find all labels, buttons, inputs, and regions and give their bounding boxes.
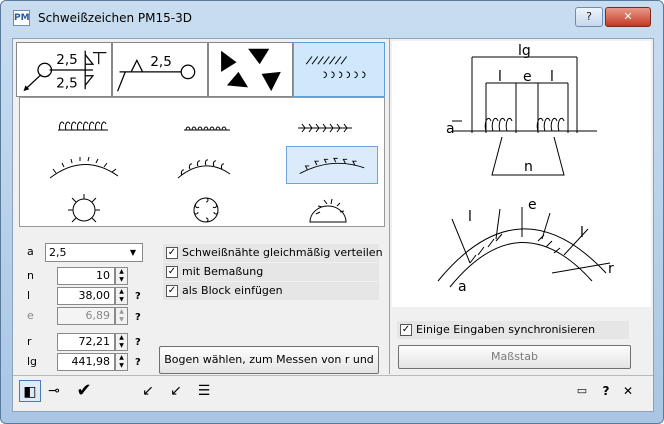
dropdown-arrow-icon[interactable]: ▼ (126, 246, 140, 259)
option-dimensioning-label: mit Bemaßung (182, 265, 264, 278)
tab-weld-triangles[interactable] (208, 42, 293, 97)
app-icon: PM (13, 10, 30, 26)
preview-label-arc-e: e (528, 197, 537, 213)
gallery-item-arc-1[interactable] (38, 148, 130, 186)
preview-panel: lg l e l a n l e l r a (392, 41, 651, 307)
checkbox-sync[interactable]: ✓ (400, 324, 412, 336)
option-distribute-label: Schweißnähte gleichmäßig verteilen (182, 246, 383, 259)
option-dimensioning[interactable]: ✓ mit Bemaßung (163, 263, 379, 281)
gallery-item-straight-2[interactable] (160, 106, 252, 144)
checkbox-as-block[interactable]: ✓ (166, 285, 178, 297)
preview-label-a: a (446, 121, 455, 137)
param-a-value: 2,5 (49, 246, 67, 259)
gallery-item-straight-3[interactable] (278, 106, 370, 144)
dialog-client-area: 2,5 2,5 2,5 a 2,5 ▼ n 10 ▲ ▼ l 38,00 ▲ ▼… (12, 38, 654, 412)
gallery-item-circle-3[interactable] (282, 188, 374, 226)
close-icon[interactable]: ✕ (617, 380, 639, 402)
window-title: Schweißzeichen PM15-3D (38, 11, 192, 25)
help-icon[interactable]: ? (595, 380, 617, 402)
param-r-input[interactable]: 72,21 (57, 333, 115, 351)
preview-label-arc-a: a (458, 279, 467, 295)
tab-text-top: 2,5 (56, 52, 77, 68)
param-a-combobox[interactable]: 2,5 ▼ (45, 243, 143, 262)
param-e-spinner: ▲ ▼ (115, 307, 128, 325)
close-button[interactable]: ✕ (605, 7, 651, 27)
preview-label-r: r (608, 261, 614, 277)
param-n-label: n (27, 269, 34, 282)
gallery-item-arc-2[interactable] (160, 148, 252, 186)
gallery-item-straight-1[interactable] (38, 106, 130, 144)
weld-preview-diagram: lg l e l a n l e l r a (437, 43, 614, 295)
scale-button[interactable]: Maßstab (398, 345, 631, 369)
option-sync-inputs[interactable]: ✓ Einige Eingaben synchronisieren (397, 321, 629, 339)
gallery-item-circle-2[interactable] (160, 188, 252, 226)
checkbox-distribute[interactable]: ✓ (166, 247, 178, 259)
confirm-checkmark-icon[interactable]: ✔ (73, 380, 95, 402)
preview-label-lg: lg (518, 43, 531, 59)
param-lg-help-icon[interactable]: ? (135, 357, 141, 368)
measure-arc-button[interactable]: Bogen wählen, zum Messen von r und lg (159, 346, 379, 392)
tab-text: 2,5 (150, 54, 171, 70)
preview-label-arc-l-right: l (580, 225, 584, 241)
pick-point-arrow-icon[interactable]: ↙ (137, 380, 159, 402)
param-n-spinner[interactable]: ▲ ▼ (115, 267, 128, 285)
param-e-help-icon[interactable]: ? (135, 312, 141, 323)
checkbox-dimensioning[interactable]: ✓ (166, 266, 178, 278)
param-e-input: 6,89 (57, 307, 115, 325)
gallery-item-circle-1[interactable] (38, 188, 130, 226)
seam-gallery (19, 97, 385, 227)
preview-label-e: e (523, 69, 532, 85)
option-insert-as-block[interactable]: ✓ als Block einfügen (163, 282, 379, 300)
title-bar[interactable]: PM Schweißzeichen PM15-3D ? ✕ (1, 1, 663, 31)
param-l-help-icon[interactable]: ? (135, 291, 141, 302)
application-window: PM Schweißzeichen PM15-3D ? ✕ 2,5 2,5 2,… (0, 0, 664, 424)
panel-divider (389, 39, 390, 374)
minimize-icon[interactable]: ▭ (571, 380, 593, 402)
gallery-item-arc-3-selected[interactable] (286, 146, 378, 184)
param-l-input[interactable]: 38,00 (57, 287, 115, 305)
collapse-panel-icon[interactable]: ◧ (19, 380, 41, 402)
option-sync-label: Einige Eingaben synchronisieren (416, 323, 596, 336)
pick-point-remove-icon[interactable]: ↙ (165, 380, 187, 402)
option-as-block-label: als Block einfügen (182, 284, 283, 297)
help-button[interactable]: ? (575, 7, 603, 27)
tab-text-bottom: 2,5 (56, 75, 77, 91)
param-l-label: l (27, 289, 31, 302)
list-settings-icon[interactable]: ☰ (193, 380, 215, 402)
tab-fillet-weld-single[interactable]: 2,5 (112, 42, 208, 97)
param-r-help-icon[interactable]: ? (135, 337, 141, 348)
param-e-label: e (27, 309, 34, 322)
param-lg-input[interactable]: 441,98 (57, 353, 115, 371)
param-r-spinner[interactable]: ▲ ▼ (115, 333, 128, 351)
param-r-label: r (27, 335, 32, 348)
preview-label-l-right: l (550, 69, 554, 85)
preview-label-l-left: l (498, 69, 502, 85)
preview-label-n: n (524, 159, 533, 175)
preview-label-arc-l-left: l (468, 209, 472, 225)
option-distribute-evenly[interactable]: ✓ Schweißnähte gleichmäßig verteilen (163, 244, 383, 262)
param-n-input[interactable]: 10 (57, 267, 115, 285)
bottom-toolbar: ◧ ⊸ ✔ ↙ ↙ ☰ ▭ ? ✕ (13, 375, 653, 411)
param-lg-label: lg (27, 355, 38, 368)
param-a-label: a (27, 245, 34, 258)
tab-fillet-weld-double[interactable]: 2,5 2,5 (16, 42, 112, 97)
param-l-spinner[interactable]: ▲ ▼ (115, 287, 128, 305)
param-lg-spinner[interactable]: ▲ ▼ (115, 353, 128, 371)
tab-seam-patterns[interactable] (293, 42, 385, 97)
pin-icon[interactable]: ⊸ (43, 380, 65, 402)
